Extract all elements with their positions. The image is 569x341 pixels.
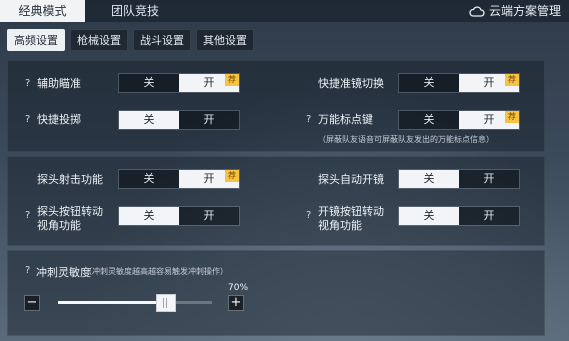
toggle-on-option[interactable]: 开荐 (459, 74, 519, 92)
quick-scope-toggle[interactable]: 关 开荐 (398, 73, 520, 93)
assist-aim-label: 辅助瞄准 (37, 77, 81, 90)
minus-button[interactable]: − (24, 295, 40, 311)
toggle-on-option[interactable]: 开 (179, 207, 239, 225)
recommended-badge: 荐 (225, 170, 239, 182)
sprint-value-label: 70% (228, 283, 249, 293)
toggle-off-option[interactable]: 关 (119, 111, 179, 129)
sprint-slider-track[interactable] (58, 301, 212, 304)
toggle-off-option[interactable]: 关 (399, 111, 459, 129)
toggle-on-label: 开 (203, 76, 215, 89)
cloud-icon (469, 5, 485, 17)
sprint-slider-fill (58, 301, 166, 304)
help-icon[interactable]: ? (25, 210, 30, 221)
assist-aim-toggle[interactable]: 关 开荐 (118, 73, 240, 93)
peek-fire-toggle[interactable]: 关 开荐 (118, 169, 240, 189)
toggle-off-option[interactable]: 关 (119, 207, 179, 225)
universal-mark-hint: （屏蔽队友语音可屏蔽队友发出的万能标点信息） (318, 135, 494, 144)
plus-button[interactable]: + (228, 295, 244, 311)
toggle-on-option[interactable]: 开 (179, 111, 239, 129)
toggle-on-option[interactable]: 开荐 (459, 111, 519, 129)
quick-scope-label: 快捷准镜切换 (318, 77, 384, 90)
peek-auto-scope-toggle[interactable]: 关 开 (398, 169, 520, 189)
universal-mark-label: 万能标点键 (318, 113, 373, 126)
subtab-other[interactable]: 其他设置 (196, 29, 254, 51)
settings-subtabs: 高频设置 枪械设置 战斗设置 其他设置 (7, 29, 254, 51)
scope-button-rotate-toggle[interactable]: 关 开 (398, 206, 520, 226)
sprint-sensitivity-label: 冲刺灵敏度 (36, 266, 91, 279)
toggle-on-option[interactable]: 开荐 (179, 74, 239, 92)
cloud-plan-button[interactable]: 云端方案管理 (469, 0, 561, 22)
tab-team-deathmatch[interactable]: 团队竞技 (90, 0, 180, 22)
scope-button-rotate-label-2: 视角功能 (318, 219, 362, 232)
sprint-sensitivity-hint: （冲刺灵敏度越高越容易触发冲刺操作） (84, 267, 228, 276)
toggle-on-label: 开 (483, 76, 495, 89)
recommended-badge: 荐 (505, 74, 519, 86)
quick-throw-toggle[interactable]: 关 开 (118, 110, 240, 130)
peek-button-rotate-label-2: 视角功能 (37, 219, 81, 232)
toggle-off-option[interactable]: 关 (399, 170, 459, 188)
toggle-on-label: 开 (203, 172, 215, 185)
recommended-badge: 荐 (505, 111, 519, 123)
cloud-plan-label: 云端方案管理 (488, 4, 561, 18)
sprint-slider-thumb[interactable] (155, 294, 176, 312)
help-icon[interactable]: ? (25, 265, 30, 276)
subtab-weapon[interactable]: 枪械设置 (70, 29, 128, 51)
toggle-on-option[interactable]: 开 (459, 170, 519, 188)
help-icon[interactable]: ? (306, 114, 311, 125)
recommended-badge: 荐 (225, 74, 239, 86)
settings-panel-3 (7, 250, 545, 336)
universal-mark-toggle[interactable]: 关 开荐 (398, 110, 520, 130)
help-icon[interactable]: ? (25, 78, 30, 89)
toggle-off-option[interactable]: 关 (399, 74, 459, 92)
toggle-off-option[interactable]: 关 (119, 74, 179, 92)
toggle-off-option[interactable]: 关 (119, 170, 179, 188)
peek-button-rotate-label-1: 探头按钮转动 (37, 205, 103, 218)
toggle-on-option[interactable]: 开荐 (179, 170, 239, 188)
subtab-combat[interactable]: 战斗设置 (133, 29, 191, 51)
peek-fire-label: 探头射击功能 (37, 173, 103, 186)
scope-button-rotate-label-1: 开镜按钮转动 (318, 205, 384, 218)
peek-auto-scope-label: 探头自动开镜 (318, 173, 384, 186)
peek-button-rotate-toggle[interactable]: 关 开 (118, 206, 240, 226)
help-icon[interactable]: ? (306, 210, 311, 221)
toggle-off-option[interactable]: 关 (399, 207, 459, 225)
subtab-high-frequency[interactable]: 高频设置 (7, 29, 65, 51)
tab-classic-mode[interactable]: 经典模式 (0, 0, 85, 22)
quick-throw-label: 快捷投掷 (37, 113, 81, 126)
toggle-on-label: 开 (483, 113, 495, 126)
help-icon[interactable]: ? (25, 114, 30, 125)
toggle-on-option[interactable]: 开 (459, 207, 519, 225)
